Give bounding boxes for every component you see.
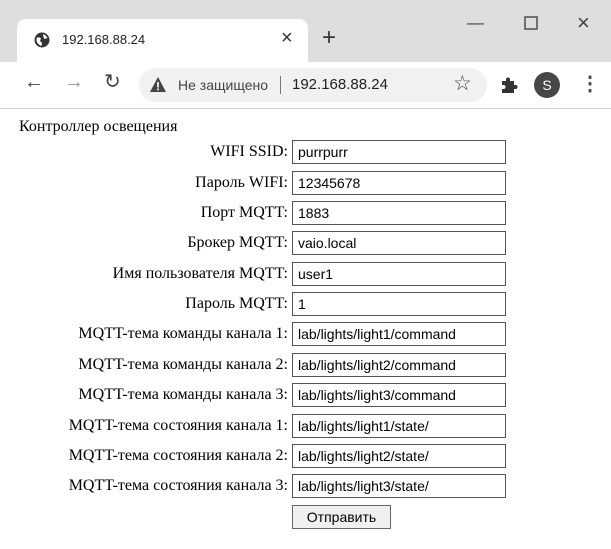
wifi-password-input[interactable] <box>292 171 506 195</box>
wifi-ssid-input[interactable] <box>292 140 506 164</box>
form-row: Имя пользователя MQTT: <box>0 262 611 286</box>
browser-toolbar: ← → ↻ Не защищено 192.168.88.24 ☆ S ⋮ <box>0 62 611 109</box>
state-topic-3-label: MQTT-тема состояния канала 3: <box>68 477 288 494</box>
form-row: Брокер MQTT: <box>0 231 611 255</box>
insecure-label: Не защищено <box>178 77 268 93</box>
form-row: WIFI SSID: <box>0 140 611 164</box>
form-row: Пароль WIFI: <box>0 171 611 195</box>
mqtt-broker-label: Брокер MQTT: <box>187 234 288 251</box>
warning-icon <box>150 77 166 92</box>
mqtt-username-label: Имя пользователя MQTT: <box>112 265 288 282</box>
forward-arrow-icon[interactable]: → <box>64 70 84 94</box>
bookmark-star-icon[interactable]: ☆ <box>453 73 472 95</box>
command-topic-2-input[interactable] <box>292 353 506 377</box>
command-topic-1-input[interactable] <box>292 322 506 346</box>
form-row: Порт MQTT: <box>0 201 611 225</box>
form-row: MQTT-тема команды канала 3: <box>0 383 611 407</box>
form-row: MQTT-тема команды канала 1: <box>0 322 611 346</box>
browser-tab[interactable]: 192.168.88.24 × <box>17 19 308 62</box>
mqtt-password-input[interactable] <box>292 292 506 316</box>
command-topic-3-input[interactable] <box>292 383 506 407</box>
new-tab-icon[interactable]: + <box>322 26 336 50</box>
submit-button[interactable]: Отправить <box>292 505 391 529</box>
minimize-icon[interactable]: — <box>467 14 484 32</box>
state-topic-2-input[interactable] <box>292 444 506 468</box>
state-topic-1-label: MQTT-тема состояния канала 1: <box>68 417 288 434</box>
state-topic-2-label: MQTT-тема состояния канала 2: <box>68 447 288 464</box>
url-text[interactable]: 192.168.88.24 <box>292 76 388 93</box>
mqtt-broker-input[interactable] <box>292 231 506 255</box>
tab-strip: 192.168.88.24 × + — × <box>0 0 611 62</box>
command-topic-3-label: MQTT-тема команды канала 3: <box>78 386 288 403</box>
reload-icon[interactable]: ↻ <box>104 70 121 94</box>
mqtt-port-label: Порт MQTT: <box>200 204 288 221</box>
close-window-icon[interactable]: × <box>577 12 590 34</box>
wifi-password-label: Пароль WIFI: <box>195 174 288 191</box>
command-topic-1-label: MQTT-тема команды канала 1: <box>78 325 288 342</box>
form-row: Пароль MQTT: <box>0 292 611 316</box>
address-divider <box>280 76 281 94</box>
tab-title: 192.168.88.24 <box>62 32 146 47</box>
state-topic-3-input[interactable] <box>292 474 506 498</box>
form-row: MQTT-тема команды канала 2: <box>0 353 611 377</box>
page-content: Контроллер освещения WIFI SSID: Пароль W… <box>0 109 611 549</box>
mqtt-password-label: Пароль MQTT: <box>185 295 288 312</box>
profile-avatar[interactable]: S <box>534 72 560 98</box>
mqtt-port-input[interactable] <box>292 201 506 225</box>
state-topic-1-input[interactable] <box>292 414 506 438</box>
globe-icon <box>34 32 50 48</box>
page-title: Контроллер освещения <box>19 118 178 135</box>
command-topic-2-label: MQTT-тема команды канала 2: <box>78 356 288 373</box>
form-row: MQTT-тема состояния канала 2: <box>0 444 611 468</box>
form-row: MQTT-тема состояния канала 3: <box>0 474 611 498</box>
address-bar[interactable]: Не защищено 192.168.88.24 ☆ <box>139 68 487 102</box>
menu-kebab-icon[interactable]: ⋮ <box>580 72 600 96</box>
mqtt-username-input[interactable] <box>292 262 506 286</box>
extensions-puzzle-icon[interactable] <box>500 76 518 94</box>
wifi-ssid-label: WIFI SSID: <box>210 143 288 160</box>
form-row: MQTT-тема состояния канала 1: <box>0 414 611 438</box>
maximize-icon[interactable] <box>524 16 538 34</box>
tab-close-icon[interactable]: × <box>281 28 293 48</box>
back-arrow-icon[interactable]: ← <box>24 70 44 94</box>
